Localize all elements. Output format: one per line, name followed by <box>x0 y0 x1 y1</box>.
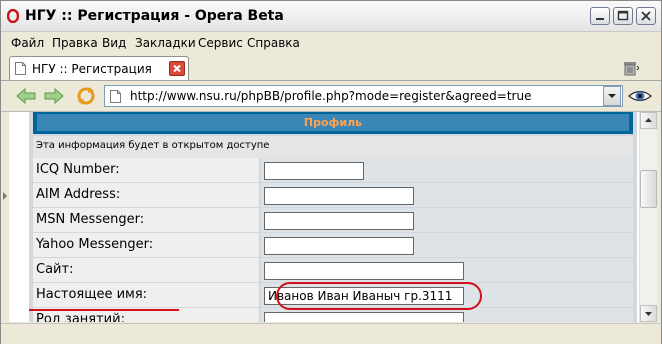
maximize-button[interactable] <box>613 7 633 25</box>
close-icon <box>173 64 181 73</box>
tab-close-button[interactable] <box>169 61 185 76</box>
minimize-icon <box>596 18 604 20</box>
tab-bar: НГУ :: Регистрация <box>1 54 661 81</box>
address-url: http://www.nsu.ru/phpBB/profile.php?mode… <box>130 89 532 103</box>
highlight-ellipse <box>276 282 482 310</box>
page-icon <box>15 62 26 75</box>
field-label: Yahoo Messenger: <box>36 237 154 252</box>
field-label: AIM Address: <box>36 187 121 202</box>
form-row-website: Сайт: <box>33 258 633 282</box>
info-text: Эта информация будет в открытом доступе <box>36 140 270 151</box>
yahoo-input[interactable] <box>264 237 414 255</box>
field-label: Род занятий: <box>36 312 125 322</box>
field-label: ICQ Number: <box>36 162 120 177</box>
tab-label: НГУ :: Регистрация <box>32 62 152 76</box>
maximize-icon <box>617 10 629 21</box>
panel-header: Профиль <box>33 112 633 134</box>
website-input[interactable] <box>264 262 464 280</box>
close-icon <box>641 11 651 21</box>
menu-view[interactable]: Вид <box>102 36 126 50</box>
form-row-msn: MSN Messenger: <box>33 208 633 232</box>
menu-file[interactable]: Файл <box>11 36 44 50</box>
field-label: MSN Messenger: <box>36 212 145 227</box>
chevron-up-icon <box>645 118 652 122</box>
window-title: НГУ :: Регистрация - Opera Beta <box>25 8 284 24</box>
field-label: Настоящее имя: <box>36 287 148 302</box>
menu-edit[interactable]: Правка <box>52 36 98 50</box>
tab-registration[interactable]: НГУ :: Регистрация <box>9 56 189 80</box>
eye-icon[interactable] <box>628 86 652 106</box>
address-field[interactable]: http://www.nsu.ru/phpBB/profile.php?mode… <box>104 85 623 107</box>
navigation-bar: http://www.nsu.ru/phpBB/profile.php?mode… <box>1 81 661 112</box>
highlight-underline <box>29 309 179 311</box>
panel-toggle[interactable] <box>1 112 9 322</box>
browser-window: НГУ :: Регистрация - Opera Beta Файл Пра… <box>0 0 662 344</box>
aim-input[interactable] <box>264 187 414 205</box>
scroll-down-button[interactable] <box>640 305 657 322</box>
msn-input[interactable] <box>264 212 414 230</box>
form-row-icq: ICQ Number: <box>33 158 633 182</box>
chevron-down-icon <box>645 312 652 316</box>
form-row-yahoo: Yahoo Messenger: <box>33 233 633 257</box>
close-button[interactable] <box>636 7 656 25</box>
status-bar <box>1 323 661 344</box>
panel-title: Профиль <box>303 116 363 129</box>
address-dropdown-button[interactable] <box>603 86 621 106</box>
forward-icon[interactable] <box>43 86 65 106</box>
menu-tools[interactable]: Сервис <box>198 36 243 50</box>
scroll-up-button[interactable] <box>640 112 657 129</box>
chevron-down-icon <box>608 94 616 98</box>
menu-bar: Файл Правка Вид Закладки Сервис Справка <box>1 32 661 54</box>
reload-icon[interactable] <box>75 86 97 106</box>
info-row: Эта информация будет в открытом доступе <box>33 136 633 158</box>
field-label: Сайт: <box>36 262 74 277</box>
profile-form: Профиль Эта информация будет в открытом … <box>29 112 637 322</box>
icq-input[interactable] <box>264 162 364 180</box>
page-viewport: Профиль Эта информация будет в открытом … <box>9 112 639 322</box>
title-bar: НГУ :: Регистрация - Opera Beta <box>1 1 661 32</box>
menu-help[interactable]: Справка <box>247 36 300 50</box>
scroll-thumb[interactable] <box>640 170 657 208</box>
trash-icon[interactable] <box>621 58 639 76</box>
form-row-aim: AIM Address: <box>33 183 633 207</box>
occupation-input[interactable] <box>264 312 464 322</box>
back-icon[interactable] <box>15 86 37 106</box>
page-icon <box>110 90 121 103</box>
minimize-button[interactable] <box>590 7 610 25</box>
opera-logo-icon <box>7 9 19 23</box>
menu-bookmarks[interactable]: Закладки <box>135 36 196 50</box>
vertical-scrollbar[interactable] <box>639 112 657 322</box>
